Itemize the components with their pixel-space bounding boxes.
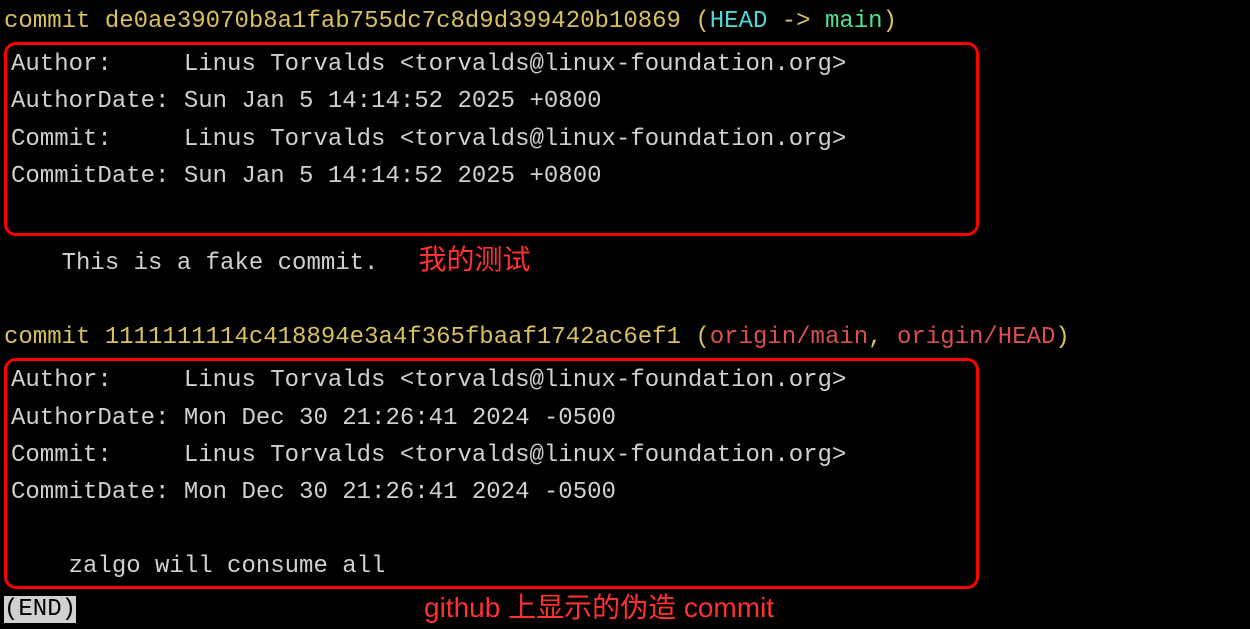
origin-main-ref: origin/main <box>710 324 868 351</box>
commit-date-line: CommitDate: Sun Jan 5 14:14:52 2025 +080… <box>11 158 972 195</box>
commit-date-line: CommitDate: Mon Dec 30 21:26:41 2024 -05… <box>11 474 972 511</box>
branch-main: main <box>825 8 883 35</box>
message-indent <box>11 553 69 580</box>
commit-name-line: Commit: Linus Torvalds <torvalds@linux-f… <box>11 121 972 158</box>
commit-date-label: CommitDate: <box>11 163 184 190</box>
commit-value: Linus Torvalds <torvalds@linux-foundatio… <box>184 442 847 469</box>
message-indent <box>4 245 62 282</box>
annotation-label: github 上显示的伪造 commit <box>424 586 774 629</box>
refs-open: ( <box>681 8 710 35</box>
terminal-output: commit de0ae39070b8a1fab755dc7c8d9d39942… <box>4 3 1250 629</box>
author-label: Author: <box>11 51 184 78</box>
commit-label: Commit: <box>11 442 184 469</box>
origin-head-ref: origin/HEAD <box>897 324 1055 351</box>
commit-meta-box: Author: Linus Torvalds <torvalds@linux-f… <box>4 42 979 236</box>
commit-hash: de0ae39070b8a1fab755dc7c8d9d399420b10869 <box>105 8 681 35</box>
author-line: Author: Linus Torvalds <torvalds@linux-f… <box>11 46 972 83</box>
commit-date-label: CommitDate: <box>11 479 184 506</box>
commit-date-value: Sun Jan 5 14:14:52 2025 +0800 <box>184 163 602 190</box>
annotation-label: 我的测试 <box>418 238 530 281</box>
commit-hash: 1111111114c418894e3a4f365fbaaf1742ac6ef1 <box>105 324 681 351</box>
commit-date-value: Mon Dec 30 21:26:41 2024 -0500 <box>184 479 616 506</box>
author-line: Author: Linus Torvalds <torvalds@linux-f… <box>11 362 972 399</box>
refs-arrow: -> <box>767 8 825 35</box>
author-value: Linus Torvalds <torvalds@linux-foundatio… <box>184 51 847 78</box>
commit-header-line: commit 1111111114c418894e3a4f365fbaaf174… <box>4 319 1250 356</box>
commit-value: Linus Torvalds <torvalds@linux-foundatio… <box>184 126 847 153</box>
commit-keyword: commit <box>4 8 105 35</box>
author-date-label: AuthorDate: <box>11 405 184 432</box>
commit-label: Commit: <box>11 126 184 153</box>
author-date-value: Mon Dec 30 21:26:41 2024 -0500 <box>184 405 616 432</box>
head-ref: HEAD <box>710 8 768 35</box>
commit-message-row: This is a fake commit. 我的测试 <box>4 238 1250 282</box>
author-value: Linus Torvalds <torvalds@linux-foundatio… <box>184 367 847 394</box>
refs-close: ) <box>1055 324 1069 351</box>
pager-end-marker: (END) <box>4 596 76 623</box>
commit-meta-box: Author: Linus Torvalds <torvalds@linux-f… <box>4 358 979 589</box>
blank-line <box>11 511 972 548</box>
commit-name-line: Commit: Linus Torvalds <torvalds@linux-f… <box>11 437 972 474</box>
author-date-line: AuthorDate: Mon Dec 30 21:26:41 2024 -05… <box>11 400 972 437</box>
commit-header-line: commit de0ae39070b8a1fab755dc7c8d9d39942… <box>4 3 1250 40</box>
blank-line <box>4 282 1250 319</box>
blank-line <box>11 195 972 232</box>
author-date-line: AuthorDate: Sun Jan 5 14:14:52 2025 +080… <box>11 83 972 120</box>
commit-message: zalgo will consume all <box>69 553 386 580</box>
refs-comma: , <box>868 324 897 351</box>
commit-keyword: commit <box>4 324 105 351</box>
commit-message: This is a fake commit. <box>62 245 379 282</box>
refs-open: ( <box>681 324 710 351</box>
author-date-label: AuthorDate: <box>11 88 184 115</box>
commit-message-row: zalgo will consume all <box>11 548 972 585</box>
refs-close: ) <box>883 8 897 35</box>
author-label: Author: <box>11 367 184 394</box>
author-date-value: Sun Jan 5 14:14:52 2025 +0800 <box>184 88 602 115</box>
